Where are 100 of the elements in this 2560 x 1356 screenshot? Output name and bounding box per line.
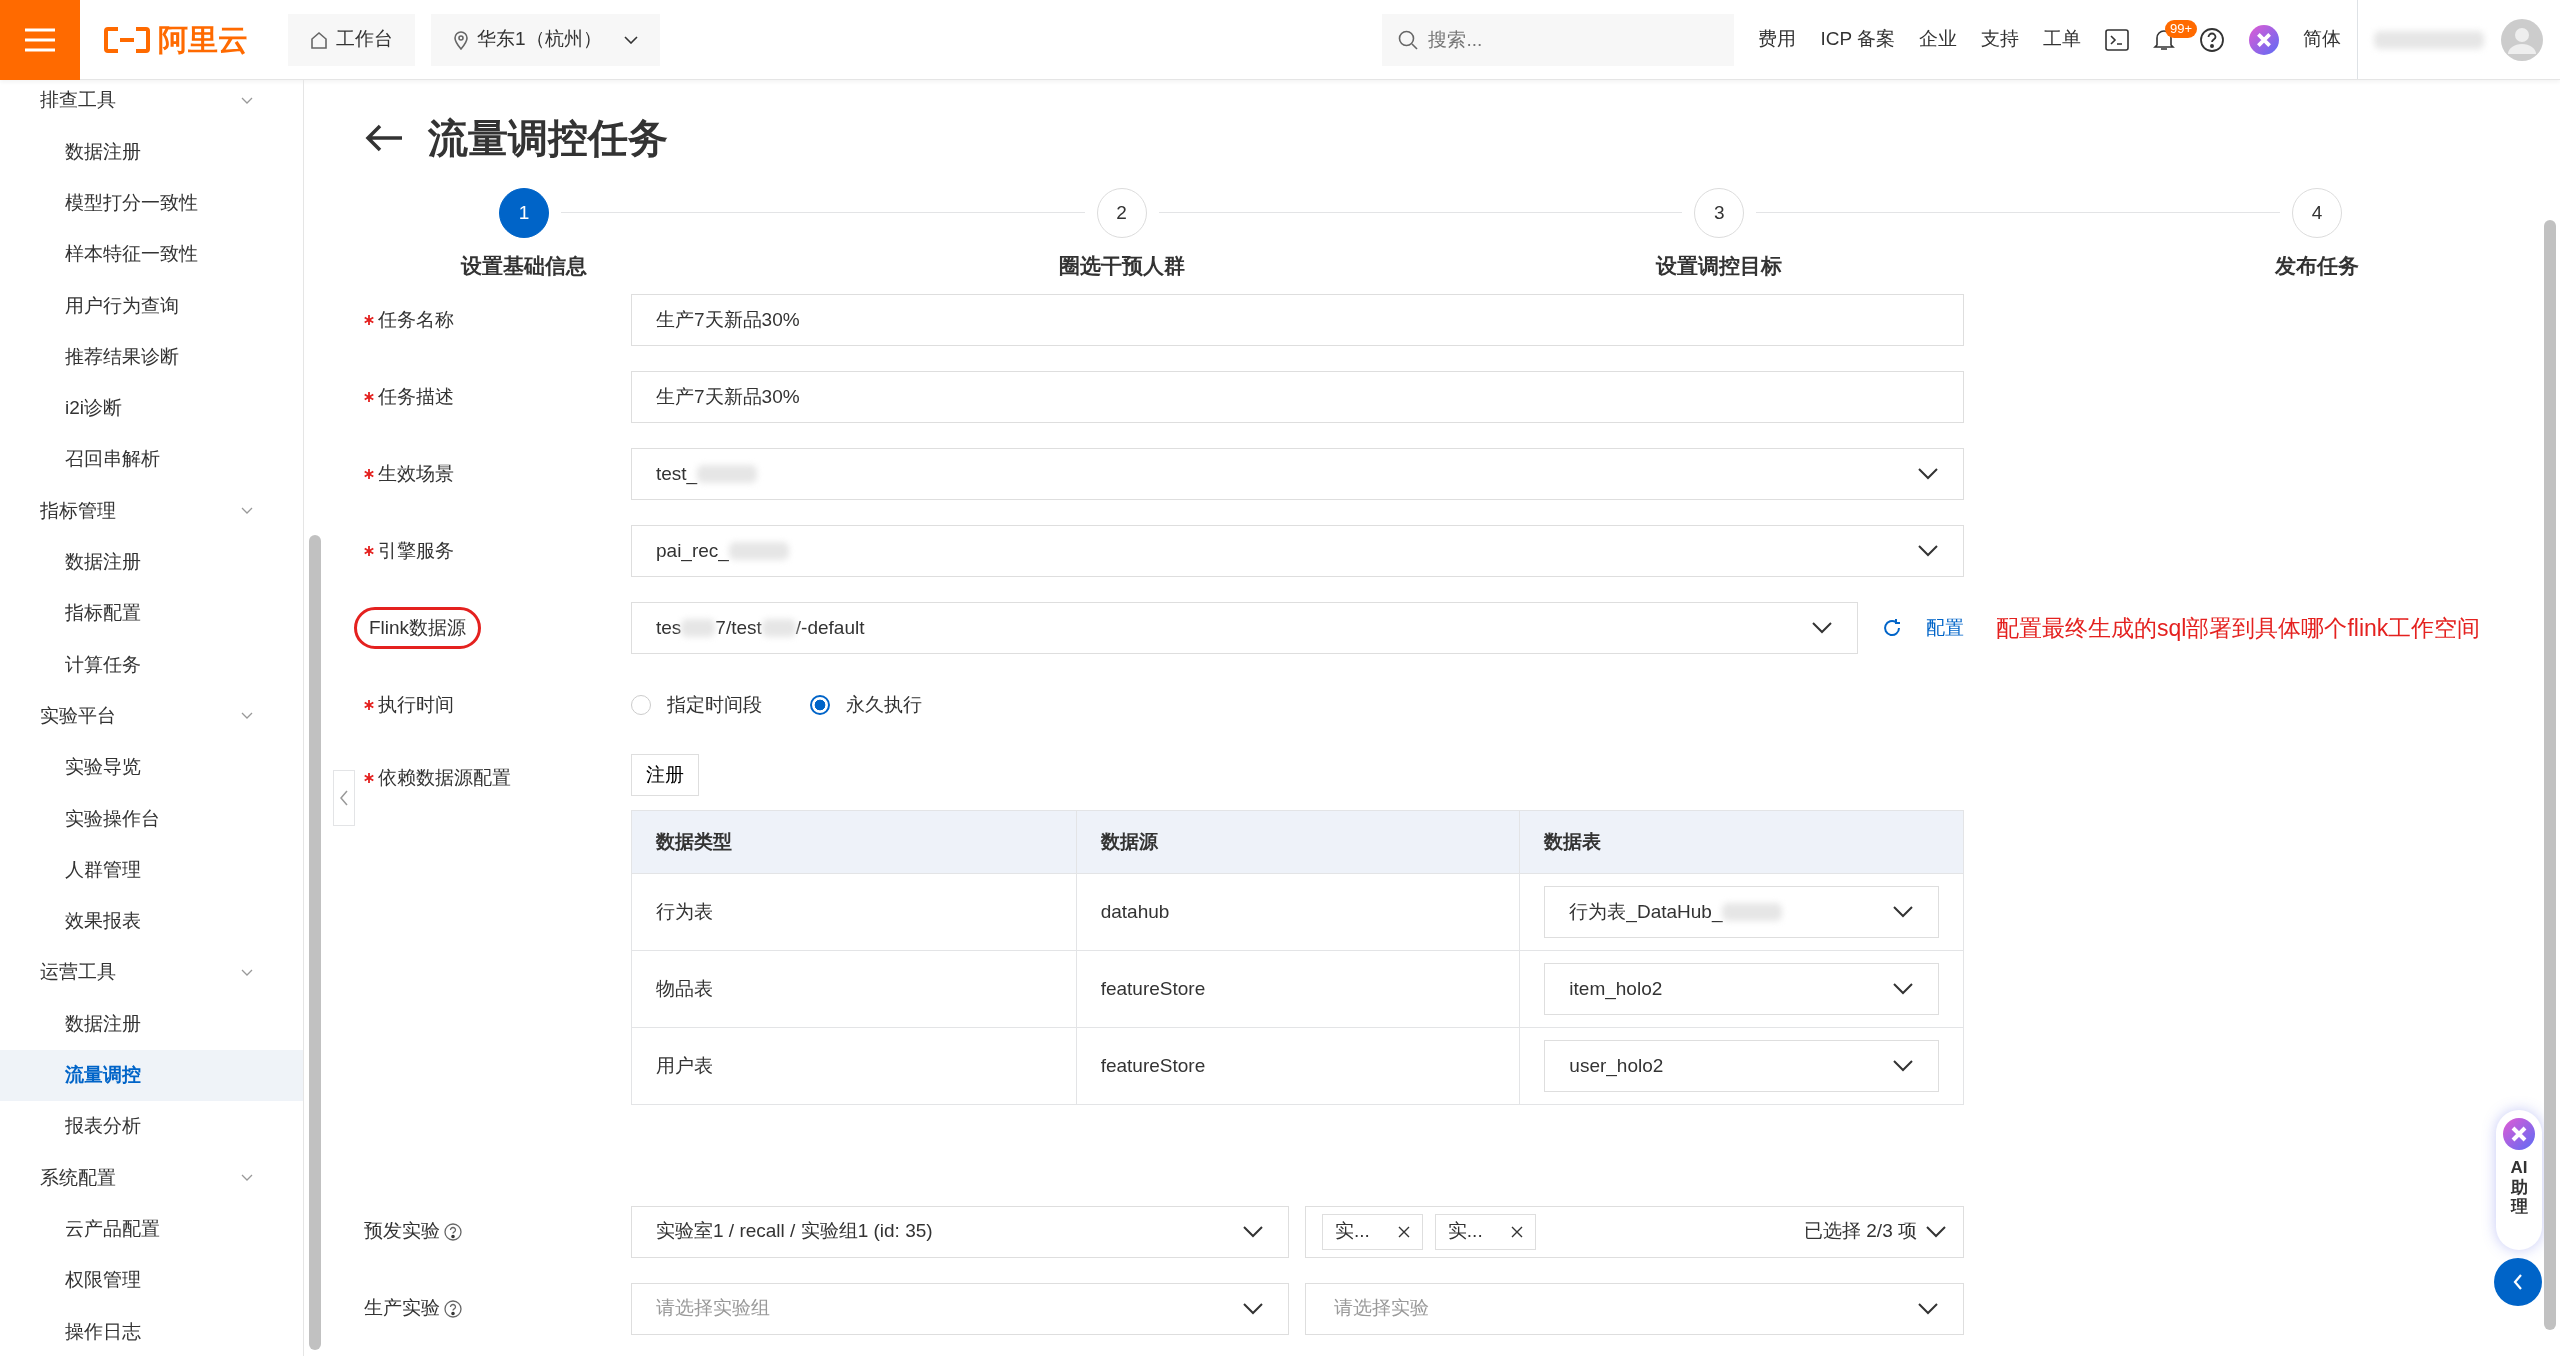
field-value: user_holo2: [1569, 1053, 1664, 1079]
tag-text: 实...: [1447, 1219, 1483, 1244]
step-label: 发布任务: [2274, 253, 2359, 279]
notification-badge: 99+: [2165, 19, 2198, 38]
scrollbar-thumb[interactable]: [2544, 220, 2556, 1330]
column-header: 数据类型: [655, 829, 733, 854]
back-button[interactable]: [364, 123, 404, 153]
logo-text: 阿里云: [158, 22, 248, 58]
field-value: pai_rec_: [656, 538, 729, 564]
register-button[interactable]: 注册: [631, 753, 699, 796]
sidebar-item[interactable]: 实验导览: [0, 741, 303, 794]
table-cell-text: 用户表: [655, 1053, 714, 1078]
sidebar-item[interactable]: 权限管理: [0, 1254, 303, 1307]
help-icon: [444, 1222, 462, 1241]
sidebar-item[interactable]: 人群管理: [0, 844, 303, 896]
refresh-icon: [1882, 618, 1902, 638]
field-label: 生效场景: [378, 461, 454, 486]
location-pin-icon: [453, 29, 469, 50]
text-field[interactable]: 生产7天新品30%: [631, 294, 1964, 346]
sidebar-item[interactable]: i2i诊断: [0, 382, 303, 435]
tag-text: 实...: [1335, 1219, 1370, 1244]
sidebar-item[interactable]: 数据注册: [0, 126, 303, 178]
table-select[interactable]: user_holo2: [1544, 1040, 1939, 1092]
refresh-button[interactable]: [1882, 618, 1902, 638]
blurred-text: [761, 619, 796, 637]
sidebar-item[interactable]: 指标配置: [0, 587, 303, 640]
menu-icon: [25, 27, 55, 52]
select-field[interactable]: 实验室1 / recall / 实验组1 (id: 35): [631, 1205, 1289, 1258]
config-link[interactable]: 配置: [1926, 613, 1964, 643]
terminal-button[interactable]: [2105, 28, 2129, 51]
sidebar-item[interactable]: 报表分析: [0, 1100, 303, 1153]
nav-link[interactable]: 工单: [2043, 25, 2081, 54]
radio-option[interactable]: 指定时间段: [631, 690, 762, 720]
sidebar-item[interactable]: 效果报表: [0, 895, 303, 948]
nav-link[interactable]: 企业: [1919, 25, 1957, 54]
expand-button[interactable]: [2494, 1258, 2542, 1306]
annotation-text: 配置最终生成的sql部署到具体哪个flink工作空间: [1996, 613, 2481, 643]
select-field[interactable]: test_: [631, 448, 1964, 500]
help-button[interactable]: [2199, 26, 2225, 53]
sidebar-group-title[interactable]: 系统配置: [40, 1163, 116, 1193]
table-select[interactable]: 行为表_DataHub_: [1544, 886, 1939, 938]
language-link[interactable]: 简体: [2303, 25, 2341, 54]
table-cell: datahub: [1075, 874, 1520, 950]
sidebar-group-title[interactable]: 运营工具: [40, 958, 116, 987]
select-field[interactable]: tes 7/test /-default: [631, 602, 1858, 654]
text-field[interactable]: 生产7天新品30%: [631, 371, 1964, 423]
sidebar-item[interactable]: 云产品配置: [0, 1203, 303, 1255]
placeholder-text: 请选择实验: [1334, 1296, 1429, 1321]
nav-link[interactable]: ICP 备案: [1820, 25, 1895, 54]
sidebar-item[interactable]: 数据注册: [0, 536, 303, 588]
field-value: test_: [656, 461, 698, 487]
sidebar-item[interactable]: 实验操作台: [0, 793, 303, 845]
sidebar-item[interactable]: 召回串解析: [0, 434, 303, 486]
caret-icon: [1811, 622, 1833, 634]
column-header: 数据源: [1075, 811, 1520, 873]
nav-link[interactable]: 费用: [1758, 25, 1797, 54]
ai-assistant-button[interactable]: AI助理: [2496, 1110, 2542, 1250]
scrollbar-thumb[interactable]: [309, 535, 321, 1350]
sidebar-item[interactable]: 数据注册: [0, 998, 303, 1050]
sidebar-item[interactable]: 操作日志: [0, 1306, 303, 1356]
page-title: 流量调控任务: [428, 115, 668, 162]
collapse-handle[interactable]: [333, 770, 355, 826]
table-select[interactable]: item_holo2: [1544, 963, 1939, 1015]
blurred-text: [681, 619, 716, 637]
sidebar-group-title[interactable]: 实验平台: [40, 701, 116, 731]
radio-option[interactable]: 永久执行: [810, 690, 922, 720]
table-cell: featureStore: [1075, 1028, 1520, 1104]
nav-link[interactable]: 支持: [1981, 25, 2019, 54]
sidebar-item[interactable]: 模型打分一致性: [0, 177, 303, 229]
field-value: 行为表_DataHub_: [1569, 899, 1723, 925]
workbench-button[interactable]: 工作台: [288, 13, 415, 66]
menu-button[interactable]: [0, 0, 80, 80]
table-cell-text: 物品表: [655, 976, 714, 1001]
caret-icon: [1917, 545, 1939, 557]
sidebar-group-title[interactable]: 指标管理: [40, 496, 116, 526]
sidebar-item[interactable]: 样本特征一致性: [0, 228, 303, 281]
tag[interactable]: 实...: [1434, 1213, 1536, 1250]
tag[interactable]: 实...: [1322, 1213, 1423, 1250]
multi-select-field[interactable]: 实... 实... 已选择 2/3 项: [1305, 1205, 1964, 1258]
chevron-left-icon: [339, 790, 349, 806]
caret-icon: [623, 35, 638, 44]
sidebar-item[interactable]: 计算任务: [0, 639, 303, 691]
sidebar-item[interactable]: 推荐结果诊断: [0, 331, 303, 383]
ai-assistant-label: AI助理: [2509, 1158, 2529, 1217]
sidebar-group-title[interactable]: 排查工具: [40, 86, 116, 115]
select-field[interactable]: pai_rec_: [631, 525, 1964, 577]
ai-logo-icon: [2503, 1118, 2535, 1150]
avatar-icon: [2500, 17, 2544, 62]
region-dropdown[interactable]: 华东1（杭州）: [431, 13, 660, 66]
selection-count: 已选择 2/3 项: [1804, 1219, 1917, 1244]
back-arrow-icon: [364, 123, 404, 153]
sidebar-item[interactable]: 流量调控: [0, 1049, 303, 1101]
ai-button[interactable]: [2249, 24, 2279, 55]
caret-icon: [1242, 1225, 1264, 1238]
search-icon: [1398, 29, 1419, 50]
caret-icon: [1892, 983, 1914, 995]
sidebar-item[interactable]: 用户行为查询: [0, 280, 303, 332]
caret-icon: [1917, 468, 1939, 480]
field-label: 任务描述: [378, 384, 454, 409]
step-label: 设置调控目标: [1656, 253, 1783, 279]
